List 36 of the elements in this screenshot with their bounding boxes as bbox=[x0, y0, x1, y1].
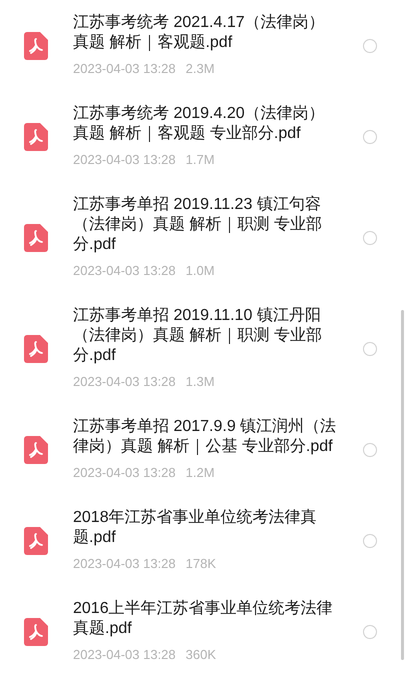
file-size: 1.7M bbox=[186, 151, 215, 169]
file-date: 2023-04-03 13:28 bbox=[73, 555, 176, 573]
pdf-file-icon bbox=[24, 526, 48, 554]
file-date: 2023-04-03 13:28 bbox=[73, 262, 176, 280]
pdf-file-icon bbox=[24, 122, 48, 150]
pdf-file-icon bbox=[24, 436, 48, 464]
file-size: 360K bbox=[186, 646, 216, 664]
select-radio[interactable] bbox=[363, 38, 377, 52]
select-radio[interactable] bbox=[363, 230, 377, 244]
file-name[interactable]: 江苏事考统考 2021.4.17（法律岗）真题 解析｜客观题.pdf bbox=[73, 13, 338, 53]
select-radio[interactable] bbox=[363, 534, 377, 548]
select-radio[interactable] bbox=[363, 130, 377, 144]
file-size: 1.2M bbox=[186, 464, 215, 482]
select-radio[interactable] bbox=[363, 624, 377, 638]
select-radio[interactable] bbox=[363, 442, 377, 456]
file-date: 2023-04-03 13:28 bbox=[73, 60, 176, 78]
pdf-file-icon bbox=[24, 224, 48, 252]
file-date: 2023-04-03 13:28 bbox=[73, 373, 176, 391]
file-name[interactable]: 2018年江苏省事业单位统考法律真题.pdf bbox=[73, 508, 338, 548]
file-name[interactable]: 江苏事考统考 2019.4.20（法律岗）真题 解析｜客观题 专业部分.pdf bbox=[73, 104, 338, 144]
file-size: 178K bbox=[186, 555, 216, 573]
pdf-file-icon bbox=[24, 334, 48, 362]
file-date: 2023-04-03 13:28 bbox=[73, 464, 176, 482]
file-size: 1.3M bbox=[186, 373, 215, 391]
file-date: 2023-04-03 13:28 bbox=[73, 151, 176, 169]
pdf-file-icon bbox=[24, 618, 48, 646]
file-size: 1.0M bbox=[186, 262, 215, 280]
file-size: 2.3M bbox=[186, 60, 215, 78]
file-name[interactable]: 2016上半年江苏省事业单位统考法律真题.pdf bbox=[73, 599, 338, 639]
file-name[interactable]: 江苏事考单招 2019.11.10 镇江丹阳（法律岗）真题 解析｜职测 专业部分.pdf bbox=[73, 306, 338, 366]
pdf-file-icon bbox=[24, 32, 48, 60]
file-name[interactable]: 江苏事考单招 2017.9.9 镇江润州（法律岗）真题 解析｜公基 专业部分.pdf bbox=[73, 417, 338, 457]
file-date: 2023-04-03 13:28 bbox=[73, 646, 176, 664]
select-radio[interactable] bbox=[363, 342, 377, 356]
file-name[interactable]: 江苏事考单招 2019.11.23 镇江句容（法律岗）真题 解析｜职测 专业部分.pdf bbox=[73, 195, 338, 255]
scrollbar[interactable] bbox=[401, 310, 404, 660]
